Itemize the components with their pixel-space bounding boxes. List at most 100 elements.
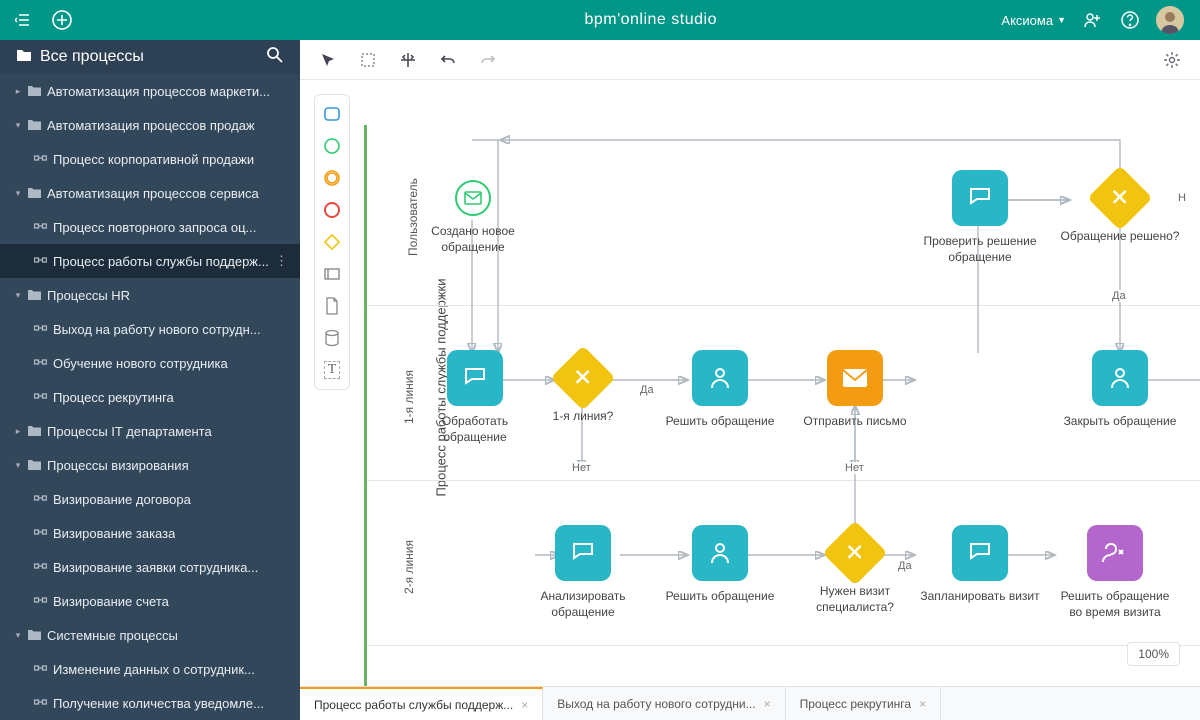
task-close[interactable]: [1092, 350, 1148, 406]
tree-process[interactable]: Выход на работу нового сотрудн...: [0, 312, 300, 346]
redo-icon[interactable]: [478, 50, 498, 70]
tree-process[interactable]: Процесс рекрутинга: [0, 380, 300, 414]
folder-icon: [28, 118, 41, 133]
tree-group[interactable]: ▾Процессы HR: [0, 278, 300, 312]
process-icon: [34, 152, 47, 167]
palette-doc-icon[interactable]: [323, 297, 341, 315]
process-icon: [34, 696, 47, 711]
process-icon: [34, 220, 47, 235]
settings-icon[interactable]: [1162, 50, 1182, 70]
tree-process[interactable]: Визирование заявки сотрудника...: [0, 550, 300, 584]
tree-group[interactable]: ▾Процессы визирования: [0, 448, 300, 482]
palette-data-icon[interactable]: [323, 329, 341, 347]
tree-process[interactable]: Процесс корпоративной продажи: [0, 142, 300, 176]
more-icon[interactable]: ⋮: [275, 253, 288, 269]
gateway-visit[interactable]: [822, 520, 887, 585]
folder-icon: [28, 288, 41, 303]
chevron-icon: ▾: [10, 290, 26, 301]
tree-group[interactable]: ▾Системные процессы: [0, 618, 300, 652]
edge-no-label: Нет: [845, 462, 864, 474]
tree-process[interactable]: Процесс повторного запроса оц...: [0, 210, 300, 244]
palette-lane-icon[interactable]: [323, 265, 341, 283]
close-icon[interactable]: ×: [521, 698, 528, 712]
folder-icon: [28, 84, 41, 99]
palette-task-icon[interactable]: [323, 105, 341, 123]
process-icon: [34, 254, 47, 269]
tree-group[interactable]: ▾Автоматизация процессов сервиса: [0, 176, 300, 210]
tree-process[interactable]: Процесс работы службы поддерж...⋮: [0, 244, 300, 278]
task-label: Отправить письмо: [795, 414, 915, 430]
process-icon: [34, 356, 47, 371]
palette-text-icon[interactable]: T: [323, 361, 341, 379]
app-title: bpm'online studio: [300, 11, 1001, 29]
tree-process[interactable]: Визирование заказа: [0, 516, 300, 550]
tenant-selector[interactable]: Аксиома▼: [1001, 13, 1066, 28]
process-icon: [34, 322, 47, 337]
pan-tool-icon[interactable]: [398, 50, 418, 70]
bpmn-diagram[interactable]: Процесс работы службы поддержки Пользова…: [300, 80, 1200, 720]
folder-icon: [16, 48, 32, 67]
search-icon[interactable]: [266, 46, 284, 69]
tree-group[interactable]: ▾Автоматизация процессов продаж: [0, 108, 300, 142]
tree-process[interactable]: Получение количества уведомле...: [0, 686, 300, 720]
process-icon: [34, 594, 47, 609]
user-avatar[interactable]: [1156, 6, 1184, 34]
tab[interactable]: Процесс работы службы поддерж...×: [300, 687, 543, 720]
close-icon[interactable]: ×: [764, 697, 771, 711]
gateway-label: 1-я линия?: [523, 409, 643, 425]
lasso-tool-icon[interactable]: [358, 50, 378, 70]
task-solve2[interactable]: [692, 525, 748, 581]
document-tabs: Процесс работы службы поддерж...×Выход н…: [300, 686, 1200, 720]
add-user-icon[interactable]: [1080, 8, 1104, 32]
chevron-icon: ▸: [10, 426, 26, 437]
sidebar-title: Все процессы: [40, 48, 144, 66]
undo-icon[interactable]: [438, 50, 458, 70]
tree-process[interactable]: Обучение нового сотрудника: [0, 346, 300, 380]
gateway-resolved[interactable]: [1087, 165, 1152, 230]
task-label: Анализировать обращение: [523, 589, 643, 620]
tree-process[interactable]: Визирование счета: [0, 584, 300, 618]
task-solve1[interactable]: [692, 350, 748, 406]
edge-yes-label: Да: [898, 560, 912, 572]
task-label: Проверить решение обращение: [920, 234, 1040, 265]
palette-event-red-icon[interactable]: [323, 201, 341, 219]
task-check[interactable]: [952, 170, 1008, 226]
task-analyze[interactable]: [555, 525, 611, 581]
task-label: Решить обращение во время визита: [1055, 589, 1175, 620]
zoom-indicator[interactable]: 100%: [1127, 642, 1180, 666]
palette-gateway-icon[interactable]: [323, 233, 341, 251]
help-icon[interactable]: [1118, 8, 1142, 32]
task-handle[interactable]: [447, 350, 503, 406]
task-label: Решить обращение: [660, 589, 780, 605]
add-icon[interactable]: [50, 8, 74, 32]
element-palette: T: [314, 94, 350, 390]
gateway-line1[interactable]: [550, 345, 615, 410]
start-label: Создано новое обращение: [413, 224, 533, 255]
task-plan[interactable]: [952, 525, 1008, 581]
tree-process[interactable]: Визирование договора: [0, 482, 300, 516]
close-icon[interactable]: ×: [919, 697, 926, 711]
tab[interactable]: Процесс рекрутинга×: [786, 687, 941, 720]
task-visit[interactable]: [1087, 525, 1143, 581]
tab[interactable]: Выход на работу нового сотрудни...×: [543, 687, 785, 720]
gateway-label: Обращение решено?: [1060, 229, 1180, 245]
canvas-toolbar: [300, 40, 1200, 80]
start-event[interactable]: [455, 180, 491, 216]
menu-collapse-icon[interactable]: [12, 8, 36, 32]
edge-yes-label: Да: [640, 384, 654, 396]
chevron-icon: ▾: [10, 460, 26, 471]
tree-group[interactable]: ▸Процессы IT департамента: [0, 414, 300, 448]
folder-icon: [28, 424, 41, 439]
process-icon: [34, 492, 47, 507]
tree-group[interactable]: ▸Автоматизация процессов маркети...: [0, 74, 300, 108]
select-tool-icon[interactable]: [318, 50, 338, 70]
folder-icon: [28, 458, 41, 473]
palette-event-orange-icon[interactable]: [323, 169, 341, 187]
sidebar: Все процессы ▸Автоматизация процессов ма…: [0, 40, 300, 720]
palette-event-green-icon[interactable]: [323, 137, 341, 155]
task-label: Обработать обращение: [415, 414, 535, 445]
folder-icon: [28, 628, 41, 643]
tree-process[interactable]: Изменение данных о сотрудник...: [0, 652, 300, 686]
lane-label-line2: 2-я линия: [402, 540, 416, 594]
task-mail[interactable]: [827, 350, 883, 406]
